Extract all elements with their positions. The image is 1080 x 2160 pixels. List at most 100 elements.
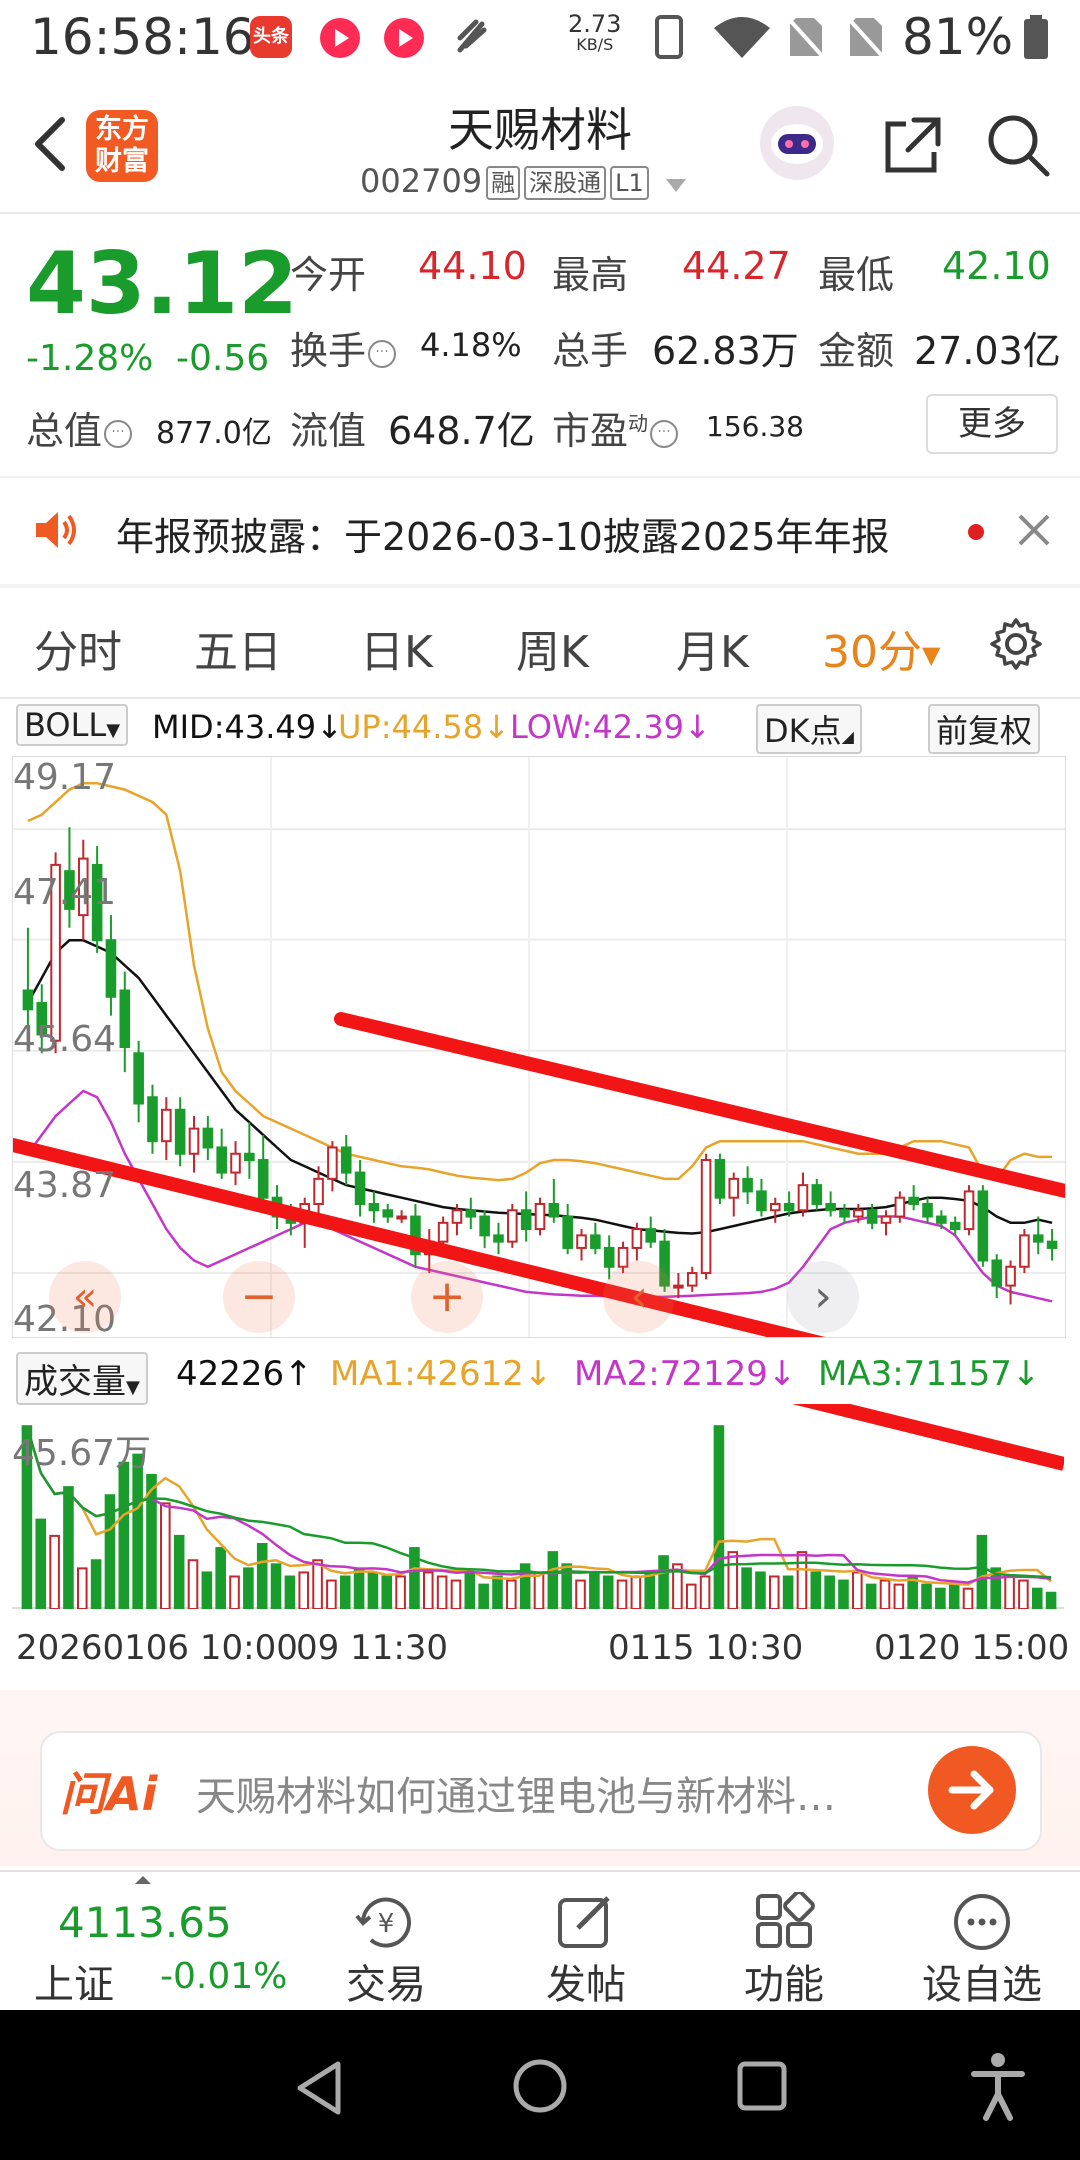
volume-bar-mark — [90, 1559, 102, 1610]
tab-intraday[interactable]: 分时 — [34, 616, 122, 680]
more-button[interactable]: 更多 — [926, 394, 1058, 454]
post-label: 发帖 — [546, 1962, 626, 2008]
nav-home-icon[interactable] — [510, 2056, 570, 2116]
volume-ma3-value: MA3:71157 — [818, 1354, 1012, 1394]
adjust-toggle[interactable]: 前复权 — [928, 704, 1041, 754]
tab-monthly-k[interactable]: 月K — [676, 616, 749, 680]
video-app-icon-2 — [384, 18, 424, 58]
tab-weekly-k[interactable]: 周K — [516, 616, 589, 680]
amount-label: 金额 — [818, 329, 895, 373]
share-icon[interactable] — [880, 114, 944, 178]
volume-bar-mark — [865, 1583, 877, 1610]
close-icon[interactable] — [1012, 508, 1056, 552]
candle-body — [507, 1209, 518, 1243]
dropdown-triangle-icon: ▼ — [106, 720, 121, 741]
stock-code-line[interactable]: 002709 融深股通 L1 — [360, 162, 687, 202]
candle-body — [548, 1202, 560, 1218]
candle-body — [562, 1215, 573, 1249]
tab-30min[interactable]: 30分▼ — [822, 616, 940, 680]
indicator-selector[interactable]: BOLL▼ — [16, 704, 129, 746]
settings-gear-icon[interactable] — [988, 616, 1044, 672]
change-percent: -1.28% — [26, 338, 154, 379]
index-name[interactable]: 上证 — [34, 1952, 114, 2010]
info-icon[interactable]: ··· — [104, 419, 133, 448]
system-nav-bar — [0, 2010, 1080, 2160]
volume-bar-mark — [422, 1571, 434, 1610]
trade-button[interactable]: ¥ 交易 — [306, 1872, 466, 2010]
volume-bar-mark — [492, 1575, 503, 1610]
net-speed-value: 2.73 — [568, 10, 622, 38]
bottom-bar: 4113.65 上证 -0.01% ¥ 交易 发帖 功能 设自选 — [0, 1870, 1080, 2012]
add-watchlist-button[interactable]: 设自选 — [902, 1872, 1062, 2010]
ai-submit-button[interactable] — [928, 1746, 1016, 1834]
volume-bar-mark — [741, 1567, 752, 1610]
step-right-button[interactable]: › — [787, 1261, 859, 1333]
zoom-in-button[interactable]: + — [411, 1261, 483, 1333]
info-icon[interactable]: ··· — [368, 339, 397, 368]
no-sim-icon — [786, 14, 826, 60]
info-icon[interactable]: ··· — [650, 419, 679, 448]
ai-robot-avatar[interactable] — [760, 106, 834, 180]
search-icon[interactable] — [985, 112, 1051, 178]
tab-daily-k[interactable]: 日K — [360, 616, 433, 680]
candle-body — [22, 989, 34, 1011]
volume-bar-mark — [436, 1575, 448, 1610]
period-tabs: 分时 五日 日K 周K 月K 30分▼ — [0, 590, 1080, 698]
candle-body — [839, 1209, 850, 1218]
volume-bar-mark — [256, 1543, 268, 1610]
volume-bar-mark — [326, 1579, 337, 1610]
candle-body — [451, 1209, 463, 1224]
volume-bar-mark — [589, 1571, 600, 1610]
candle-body — [977, 1190, 989, 1262]
notice-bar[interactable]: 年报预披露：于2026-03-10披露2025年年报 — [0, 478, 1080, 584]
candle-body — [437, 1221, 449, 1243]
price-axis-label: 47.41 — [13, 872, 117, 913]
candle-body — [700, 1159, 712, 1275]
volume-bar-mark — [367, 1571, 379, 1610]
expand-caret-icon[interactable] — [134, 1870, 152, 1884]
function-button[interactable]: 功能 — [704, 1872, 864, 2010]
indicator-name: BOLL — [24, 706, 107, 744]
volume-current-value: 42226 — [176, 1354, 285, 1394]
volume-bar-mark — [533, 1571, 545, 1610]
index-value[interactable]: 4113.65 — [58, 1898, 232, 1947]
zoom-out-button[interactable]: − — [223, 1261, 295, 1333]
candle-body — [479, 1215, 490, 1237]
dk-point-toggle[interactable]: DK点◢ — [756, 704, 862, 754]
volume-chart[interactable]: 45.67万 — [10, 1197, 1066, 1610]
kline-svg — [6, 757, 1072, 1410]
volume-bar-mark — [547, 1551, 559, 1610]
kline-chart[interactable]: 49.17 47.41 45.64 43.87 42.10 « − + ‹ › — [6, 756, 1072, 1410]
boll-low: LOW:42.39↓ — [510, 708, 711, 746]
time-axis: 20260106 10:00 09 11:30 0115 10:30 0120 … — [0, 1628, 1080, 1672]
scroll-left-button[interactable]: « — [49, 1261, 121, 1333]
candle-body — [313, 1177, 324, 1205]
price-axis-label: 45.64 — [13, 1019, 117, 1060]
price-axis-label: 43.87 — [13, 1165, 117, 1206]
candle-body — [811, 1184, 823, 1205]
volume-bar-mark — [160, 1502, 171, 1610]
volume-current: 42226↑ — [176, 1354, 313, 1394]
accessibility-icon[interactable] — [968, 2050, 1028, 2122]
volume-svg — [10, 1197, 1066, 1610]
volume-value: 62.83万 — [652, 329, 799, 373]
amount-value: 27.03亿 — [914, 329, 1061, 373]
phone-icon — [654, 14, 684, 60]
volume-bar-mark — [284, 1575, 296, 1610]
step-left-button[interactable]: ‹ — [603, 1261, 675, 1333]
volume-indicator-selector[interactable]: 成交量▼ — [16, 1352, 148, 1405]
tabs-divider — [0, 697, 1080, 699]
index-change[interactable]: -0.01% — [160, 1956, 287, 1997]
candle-body — [119, 989, 131, 1048]
post-button[interactable]: 发帖 — [506, 1872, 666, 2010]
nav-recents-icon[interactable] — [734, 2058, 790, 2114]
ai-prompt-text[interactable]: 天赐材料如何通过锂电池与新材料… — [196, 1764, 916, 1822]
tab-five-day[interactable]: 五日 — [194, 616, 282, 680]
unread-dot — [968, 524, 984, 540]
pe-label: 市盈动 ··· — [552, 400, 684, 455]
nav-back-icon[interactable] — [290, 2058, 350, 2118]
turnover-label: 换手 ··· — [290, 320, 402, 375]
candle-body — [880, 1215, 892, 1224]
candle-body — [756, 1190, 767, 1212]
volume-bar-mark — [35, 1518, 47, 1610]
